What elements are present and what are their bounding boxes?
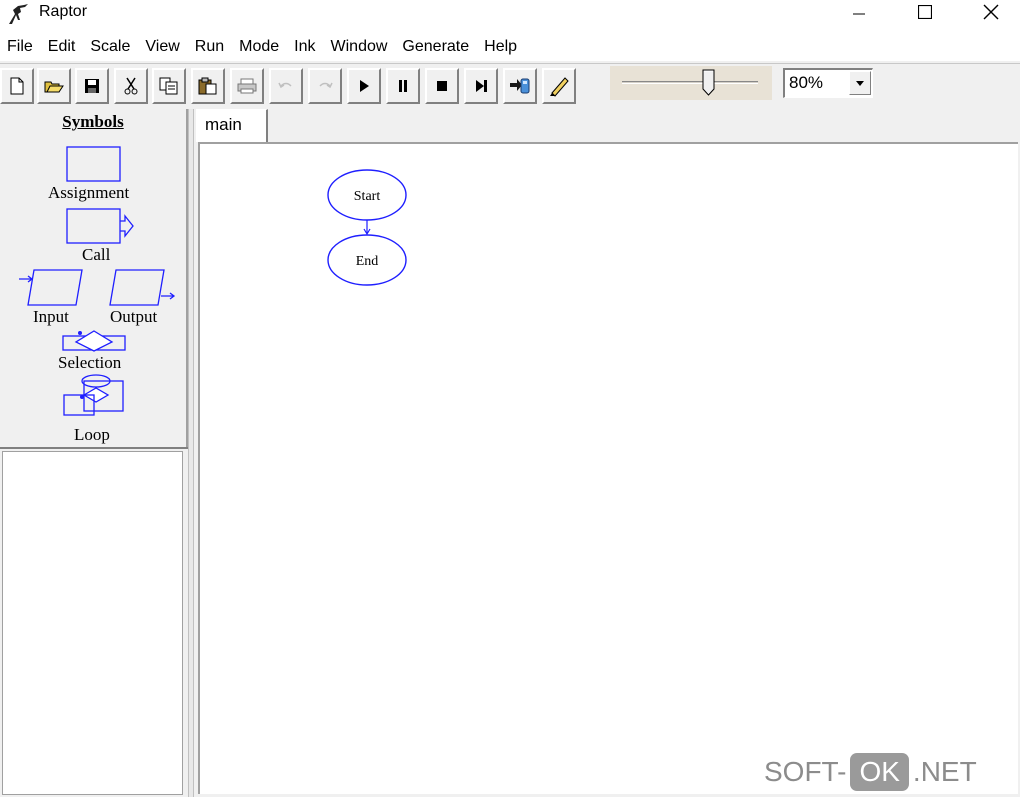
output-label: Output [110, 307, 158, 326]
workspace: main Start End [194, 109, 1020, 797]
input-label: Input [33, 307, 69, 326]
menu-window[interactable]: Window [331, 38, 388, 56]
menu-file[interactable]: File [7, 38, 33, 56]
symbols-panel: Symbols Assignment Call Input Output Sel… [0, 109, 188, 447]
chevron-down-icon [856, 80, 864, 86]
save-icon [85, 79, 99, 93]
generate-icon [510, 78, 530, 94]
cut-button[interactable] [114, 68, 148, 104]
slider-track [622, 81, 758, 84]
undo-button[interactable] [269, 68, 303, 104]
menu-scale[interactable]: Scale [90, 38, 130, 56]
zoom-dropdown-button[interactable] [849, 71, 871, 95]
minimize-icon [853, 13, 865, 15]
save-button[interactable] [75, 68, 109, 104]
title-bar: Raptor [0, 0, 1020, 33]
start-node-label: Start [354, 189, 381, 204]
menu-run[interactable]: Run [195, 38, 224, 56]
end-node[interactable]: End [327, 234, 407, 286]
symbols-title: Symbols [62, 112, 124, 131]
open-button[interactable] [37, 68, 71, 104]
connector-arrow [363, 220, 371, 236]
print-icon [237, 78, 257, 94]
stop-button[interactable] [425, 68, 459, 104]
menu-generate[interactable]: Generate [402, 38, 469, 56]
input-symbol[interactable] [18, 269, 86, 309]
copy-button[interactable] [152, 68, 186, 104]
selection-label: Selection [58, 353, 122, 372]
zoom-slider[interactable] [610, 66, 772, 100]
zoom-dropdown[interactable]: 80% [783, 68, 873, 98]
zoom-value: 80% [789, 73, 824, 92]
run-button[interactable] [347, 68, 381, 104]
loop-label: Loop [74, 425, 110, 444]
watermark: SOFT- OK .NET [764, 752, 977, 792]
menu-bar: File Edit Scale View Run Mode Ink Window… [0, 33, 1020, 61]
watermark-mid: OK [850, 753, 909, 791]
generate-button[interactable] [503, 68, 537, 104]
window-title: Raptor [39, 3, 88, 20]
menu-mode[interactable]: Mode [239, 38, 279, 56]
tab-main[interactable]: main [196, 109, 268, 142]
tab-main-label: main [205, 115, 242, 134]
call-label: Call [82, 245, 111, 264]
step-icon [476, 80, 487, 92]
menu-view[interactable]: View [145, 38, 179, 56]
stop-icon [437, 81, 447, 91]
maximize-icon [918, 5, 932, 19]
paste-icon [198, 77, 217, 95]
assignment-label: Assignment [48, 183, 130, 202]
flowchart: Start End [327, 169, 407, 286]
cut-icon [124, 77, 138, 95]
watermark-left: SOFT- [764, 756, 847, 787]
ink-pen-button[interactable] [542, 68, 576, 104]
print-button[interactable] [230, 68, 264, 104]
variables-panel [0, 447, 188, 797]
pause-icon [399, 80, 407, 92]
slider-thumb[interactable] [702, 69, 716, 97]
output-symbol[interactable] [108, 269, 178, 309]
menu-ink[interactable]: Ink [294, 38, 315, 56]
close-icon [983, 4, 999, 20]
call-symbol[interactable] [66, 208, 136, 246]
minimize-button[interactable] [826, 0, 892, 24]
pause-button[interactable] [386, 68, 420, 104]
redo-icon [319, 82, 333, 89]
new-file-icon [10, 77, 24, 95]
maximize-button[interactable] [892, 0, 958, 24]
undo-icon [278, 82, 292, 89]
menu-edit[interactable]: Edit [48, 38, 76, 56]
assignment-symbol[interactable] [66, 146, 122, 184]
flowchart-canvas[interactable]: Start End [198, 142, 1018, 794]
copy-icon [159, 77, 178, 95]
watermark-right: .NET [912, 756, 977, 787]
start-node[interactable]: Start [327, 169, 407, 221]
raptor-app-icon [9, 4, 28, 24]
redo-button[interactable] [308, 68, 342, 104]
close-button[interactable] [958, 0, 1020, 24]
open-folder-icon [44, 81, 64, 93]
pen-icon [550, 77, 569, 97]
loop-symbol[interactable] [62, 373, 128, 419]
paste-button[interactable] [191, 68, 225, 104]
step-button[interactable] [464, 68, 498, 104]
play-icon [360, 80, 369, 92]
new-file-button[interactable] [0, 68, 34, 104]
menu-help[interactable]: Help [484, 38, 517, 56]
variables-list[interactable] [2, 451, 183, 795]
selection-symbol[interactable] [62, 330, 128, 354]
end-node-label: End [356, 254, 379, 269]
